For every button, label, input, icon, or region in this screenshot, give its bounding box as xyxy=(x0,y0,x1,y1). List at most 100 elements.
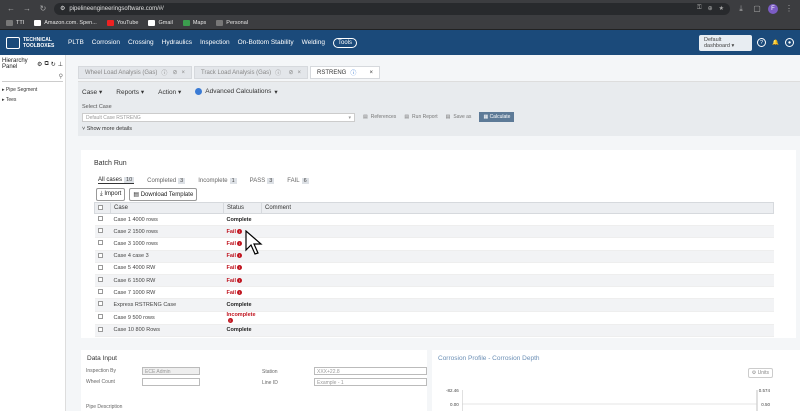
row-checkbox[interactable] xyxy=(97,301,103,307)
comment-cell[interactable] xyxy=(261,298,774,312)
table-row[interactable]: Case 5 4000 RW Fail! xyxy=(94,262,774,275)
table-row[interactable]: Case 1 4000 rows Complete xyxy=(94,213,774,227)
show-more-details-toggle[interactable]: ˅ Show more details xyxy=(82,126,796,132)
table-row[interactable]: Case 6 1500 RW Fail! xyxy=(94,274,774,288)
table-row[interactable]: Case 10 800 Rows Complete xyxy=(94,324,774,337)
row-checkbox[interactable] xyxy=(97,326,103,332)
menu-welding[interactable]: Welding xyxy=(302,39,325,46)
back-icon[interactable]: ← xyxy=(6,4,16,13)
copy-icon[interactable]: ⧉ xyxy=(44,61,48,68)
table-row[interactable]: Case 3 1000 rows Fail! xyxy=(94,237,774,251)
bookmark-tti[interactable]: TTI xyxy=(6,20,24,26)
tab-track-load-analysis[interactable]: Track Load Analysis (Gas) ⓘ ⊘ × xyxy=(194,66,308,79)
profile-avatar[interactable]: F xyxy=(768,3,778,14)
case-select[interactable]: Default Case RSTRENG ▾ xyxy=(82,112,355,122)
column-header-status[interactable]: Status xyxy=(223,202,262,214)
filter-pass[interactable]: PASS 3 xyxy=(250,177,275,184)
table-row[interactable]: Case 2 1500 rows Fail! xyxy=(94,225,774,239)
row-checkbox[interactable] xyxy=(97,289,103,295)
filter-all-cases[interactable]: All cases 10 xyxy=(98,177,135,184)
hierarchy-search[interactable]: ⚲ xyxy=(2,73,63,82)
comment-cell[interactable] xyxy=(261,311,774,325)
bookmark-personal[interactable]: Personal xyxy=(216,20,248,26)
comment-cell[interactable] xyxy=(261,213,774,227)
reload-icon[interactable]: ↻ xyxy=(38,4,48,13)
comment-cell[interactable] xyxy=(261,237,774,251)
import-button[interactable]: ⤓ Import xyxy=(96,188,126,201)
refresh-icon[interactable]: ↻ xyxy=(51,61,56,68)
tab-rstreng[interactable]: RSTRENG ⓘ × xyxy=(310,66,380,79)
download-icon[interactable]: ⤓ xyxy=(736,4,746,14)
pin-icon[interactable]: ⊘ xyxy=(288,69,293,76)
technical-toolboxes-logo[interactable]: TECHNICAL TOOLBOXES xyxy=(6,36,62,49)
column-header-case[interactable]: Case xyxy=(110,202,224,214)
row-checkbox[interactable] xyxy=(97,228,103,234)
reports-menu[interactable]: Reports ▾ xyxy=(116,88,144,96)
tab-search-icon[interactable]: ▢ xyxy=(752,4,762,13)
download-template-button[interactable]: ▤ Download Template xyxy=(129,188,198,201)
calculate-button[interactable]: ▦ Calculate xyxy=(479,112,515,122)
row-checkbox[interactable] xyxy=(97,314,103,319)
tab-wheel-load-analysis[interactable]: Wheel Load Analysis (Gas) ⓘ ⊘ × xyxy=(78,66,192,79)
row-checkbox[interactable] xyxy=(97,240,103,246)
menu-pltb[interactable]: PLTB xyxy=(68,39,84,46)
comment-cell[interactable] xyxy=(261,324,774,337)
filter-incomplete[interactable]: Incomplete 1 xyxy=(198,177,237,184)
forward-icon[interactable]: → xyxy=(22,4,32,13)
site-info-icon[interactable]: ⚙ xyxy=(60,5,65,12)
wheel-count-field[interactable] xyxy=(142,378,200,386)
address-bar[interactable]: ⚙ pipelineengineeringsoftware.com/#/ ⚿ ⊕… xyxy=(54,2,730,15)
table-row[interactable]: Case 7 1000 RW Fail! xyxy=(94,286,774,300)
user-icon[interactable]: ● xyxy=(785,38,794,47)
tools-button[interactable]: Tools xyxy=(332,37,357,48)
settings-icon[interactable]: ⚙ xyxy=(37,61,42,68)
comment-cell[interactable] xyxy=(261,262,774,275)
close-icon[interactable]: × xyxy=(369,70,373,76)
comment-cell[interactable] xyxy=(261,250,774,263)
tree-item-tees[interactable]: ▸ Tees xyxy=(2,95,65,105)
save-as-button[interactable]: ▤ Save as xyxy=(446,114,472,120)
line-id-field[interactable]: Example - 1 xyxy=(314,378,427,386)
column-header-comment[interactable]: Comment xyxy=(261,202,774,214)
action-menu[interactable]: Action ▾ xyxy=(158,88,181,96)
close-icon[interactable]: × xyxy=(181,70,185,76)
station-field[interactable]: XXX+22.8 xyxy=(314,367,427,375)
bookmark-star-icon[interactable]: ★ xyxy=(719,5,724,12)
menu-crossing[interactable]: Crossing xyxy=(128,39,154,46)
zoom-icon[interactable]: ⊕ xyxy=(708,5,713,12)
row-checkbox[interactable] xyxy=(97,252,103,258)
advanced-calculations-menu[interactable]: Advanced Calculations ▾ xyxy=(195,88,278,96)
row-checkbox[interactable] xyxy=(97,216,103,222)
case-menu[interactable]: Case ▾ xyxy=(82,88,102,96)
row-checkbox[interactable] xyxy=(97,277,103,283)
bookmark-gmail[interactable]: Gmail xyxy=(148,20,173,26)
dashboard-select[interactable]: Default dashboard ▾ xyxy=(699,34,752,51)
filter-fail[interactable]: FAIL 6 xyxy=(287,177,309,184)
comment-cell[interactable] xyxy=(261,286,774,300)
search-icon[interactable]: ⚲ xyxy=(59,74,63,80)
units-button[interactable]: ⚙ Units xyxy=(747,368,773,378)
select-all-checkbox[interactable] xyxy=(98,204,103,210)
run-report-button[interactable]: ▤ Run Report xyxy=(404,114,437,120)
notifications-icon[interactable]: 🔔 xyxy=(771,38,780,47)
help-icon[interactable]: ? xyxy=(757,38,766,47)
filter-completed[interactable]: Completed 3 xyxy=(147,177,186,184)
bookmark-amazon[interactable]: Amazon.com. Spen... xyxy=(34,20,97,26)
menu-hydraulics[interactable]: Hydraulics xyxy=(162,39,192,46)
pin-icon[interactable]: ⊥ xyxy=(58,61,63,68)
browser-menu-icon[interactable]: ⋮ xyxy=(784,4,794,13)
close-icon[interactable]: × xyxy=(297,70,301,76)
bookmark-youtube[interactable]: YouTube xyxy=(106,20,138,26)
bookmark-maps[interactable]: Maps xyxy=(182,20,206,26)
menu-inspection[interactable]: Inspection xyxy=(200,39,230,46)
table-row[interactable]: Case 9 500 rows Incomplete! xyxy=(94,311,774,325)
table-row[interactable]: Express RSTRENG Case Complete xyxy=(94,298,774,312)
menu-on-bottom-stability[interactable]: On-Bottom Stability xyxy=(238,39,294,46)
password-key-icon[interactable]: ⚿ xyxy=(697,5,702,12)
references-button[interactable]: ▤ References xyxy=(363,114,396,120)
pin-icon[interactable]: ⊘ xyxy=(172,69,177,76)
tree-item-pipe-segment[interactable]: ▸ Pipe Segment xyxy=(2,85,65,95)
table-row[interactable]: Case 4 case 3 Fail! xyxy=(94,250,774,263)
comment-cell[interactable] xyxy=(261,225,774,239)
comment-cell[interactable] xyxy=(261,274,774,288)
